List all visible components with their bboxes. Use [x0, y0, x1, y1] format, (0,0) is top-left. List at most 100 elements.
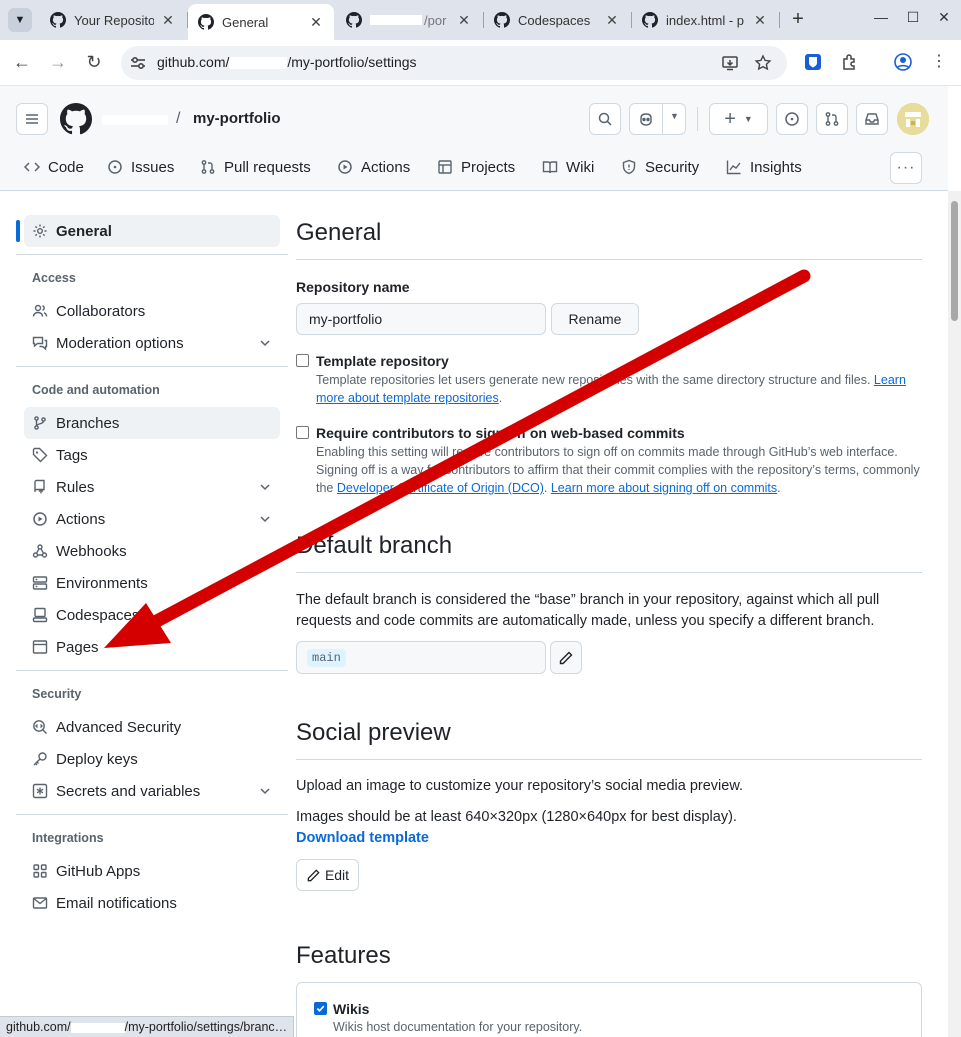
sidebar-item-general[interactable]: General: [24, 215, 280, 247]
browser-tab-general[interactable]: General ✕: [188, 4, 334, 40]
close-tab-icon[interactable]: ✕: [604, 12, 620, 29]
edit-label: Edit: [324, 867, 350, 883]
sidebar-divider: [16, 814, 288, 815]
tab-code[interactable]: Code: [24, 156, 84, 178]
back-arrow-icon[interactable]: ←: [10, 51, 34, 75]
browser-tab-index-html[interactable]: index.html - p ✕: [632, 4, 778, 36]
template-repository-label[interactable]: Template repository: [316, 353, 449, 369]
browser-icon: [32, 640, 48, 654]
close-tab-icon[interactable]: ✕: [308, 14, 324, 31]
sidebar-item-rules[interactable]: Rules: [24, 471, 280, 503]
browser-toolbar: ← → ↻ github.com//my-portfolio/settings …: [0, 40, 961, 86]
tab-projects[interactable]: Projects: [437, 156, 515, 178]
search-button[interactable]: [589, 103, 621, 135]
sidebar-item-deploy-keys[interactable]: Deploy keys: [24, 743, 280, 775]
sidebar-item-branches[interactable]: Branches: [24, 407, 280, 439]
sidebar-heading-code-automation: Code and automation: [32, 383, 160, 397]
create-new-button[interactable]: + ▼: [709, 103, 768, 135]
avatar[interactable]: [897, 103, 929, 135]
sidebar-heading-security: Security: [32, 687, 82, 701]
dco-link[interactable]: Developer Certificate of Origin (DCO): [337, 481, 544, 495]
breadcrumb-repo[interactable]: my-portfolio: [193, 110, 281, 127]
inbox-button[interactable]: [856, 103, 888, 135]
rename-button[interactable]: Rename: [551, 303, 639, 335]
tab-issues[interactable]: Issues: [107, 156, 174, 178]
sidebar-item-github-apps[interactable]: GitHub Apps: [24, 855, 280, 887]
sidebar-item-webhooks[interactable]: Webhooks: [24, 535, 280, 567]
tab-wiki[interactable]: Wiki: [542, 156, 594, 178]
sidebar-item-secrets-variables[interactable]: Secrets and variables: [24, 775, 280, 807]
sidebar-item-codespaces[interactable]: Codespaces: [24, 599, 280, 631]
tab-title: General: [222, 14, 269, 30]
signoff-label[interactable]: Require contributors to sign off on web-…: [316, 425, 685, 441]
tab-search-dropdown-icon[interactable]: ▼: [8, 8, 32, 32]
wikis-description: Wikis host documentation for your reposi…: [333, 1020, 583, 1034]
forward-arrow-icon[interactable]: →: [46, 51, 70, 75]
sidebar-item-tags[interactable]: Tags: [24, 439, 280, 471]
redacted-owner: [370, 15, 422, 25]
sidebar-item-advanced-security[interactable]: Advanced Security: [24, 711, 280, 743]
browser-tab-your-repositories[interactable]: Your Repositories ✕: [40, 4, 186, 36]
bitwarden-extension-icon[interactable]: [803, 52, 823, 72]
close-tab-icon[interactable]: ✕: [752, 12, 768, 29]
features-heading: Features: [296, 942, 391, 969]
signoff-description: Enabling this setting will require contr…: [316, 445, 920, 495]
sidebar-item-pages[interactable]: Pages: [24, 631, 280, 663]
bookmark-star-icon[interactable]: [754, 54, 772, 72]
inbox-icon: [865, 113, 879, 125]
sidebar-item-collaborators[interactable]: Collaborators: [24, 295, 280, 327]
new-tab-plus-icon[interactable]: +: [786, 8, 810, 32]
reload-icon[interactable]: ↻: [82, 51, 106, 75]
repo-name-input[interactable]: my-portfolio: [296, 303, 546, 335]
download-template-link[interactable]: Download template: [296, 830, 429, 846]
template-repository-checkbox[interactable]: [296, 354, 309, 367]
github-favicon-icon: [642, 12, 658, 28]
profile-icon[interactable]: [893, 52, 913, 72]
tab-label: Issues: [131, 158, 175, 176]
default-branch-field: main: [296, 641, 546, 674]
tab-insights[interactable]: Insights: [726, 156, 802, 178]
tab-actions[interactable]: Actions: [337, 156, 410, 178]
social-preview-size-hint: Images should be at least 640×320px (128…: [296, 809, 737, 825]
url-prefix: github.com/: [157, 54, 230, 70]
close-tab-icon[interactable]: ✕: [456, 12, 472, 29]
address-bar[interactable]: github.com/ /my-portfolio/settings: [121, 46, 787, 80]
maximize-window-icon[interactable]: ☐: [901, 9, 925, 26]
issues-button[interactable]: [776, 103, 808, 135]
site-settings-icon[interactable]: [129, 54, 147, 72]
extensions-puzzle-icon[interactable]: [840, 52, 860, 72]
minimize-window-icon[interactable]: —: [869, 9, 893, 25]
breadcrumb-owner-redacted[interactable]: [102, 115, 168, 125]
close-tab-icon[interactable]: ✕: [160, 12, 176, 29]
tab-security[interactable]: Security: [621, 156, 699, 178]
browser-tab-codespaces[interactable]: Codespaces ✕: [484, 4, 630, 36]
sidebar-item-actions[interactable]: Actions: [24, 503, 280, 535]
vertical-scrollbar[interactable]: [948, 191, 961, 1037]
sidebar-item-label: GitHub Apps: [56, 862, 141, 880]
hamburger-menu-button[interactable]: [16, 103, 48, 135]
github-logo-icon[interactable]: [60, 103, 92, 135]
tab-label: Insights: [750, 158, 802, 176]
edit-social-preview-button[interactable]: Edit: [296, 859, 359, 891]
sidebar-item-moderation-options[interactable]: Moderation options: [24, 327, 280, 359]
browser-menu-icon[interactable]: ⋮: [927, 51, 951, 75]
tag-icon: [32, 447, 48, 463]
sidebar-item-environments[interactable]: Environments: [24, 567, 280, 599]
install-app-icon[interactable]: [721, 54, 739, 72]
sidebar-item-email-notifications[interactable]: Email notifications: [24, 887, 280, 919]
close-window-icon[interactable]: ✕: [932, 9, 956, 26]
learn-more-signoff-link[interactable]: Learn more about signing off on commits: [551, 481, 777, 495]
signoff-checkbox[interactable]: [296, 426, 309, 439]
section-divider: [296, 759, 922, 760]
browser-tab-portfolio[interactable]: /por ✕: [336, 4, 482, 36]
wikis-label[interactable]: Wikis: [333, 1001, 369, 1017]
wikis-checkbox[interactable]: [314, 1002, 327, 1015]
section-divider: [296, 259, 922, 260]
status-url-prefix: github.com/: [6, 1020, 71, 1034]
edit-default-branch-button[interactable]: [550, 641, 582, 674]
scrollbar-thumb[interactable]: [951, 201, 958, 321]
copilot-button[interactable]: ▼: [629, 103, 686, 135]
tab-pull-requests[interactable]: Pull requests: [200, 156, 311, 178]
more-tabs-button[interactable]: ···: [890, 152, 922, 184]
pull-requests-button[interactable]: [816, 103, 848, 135]
